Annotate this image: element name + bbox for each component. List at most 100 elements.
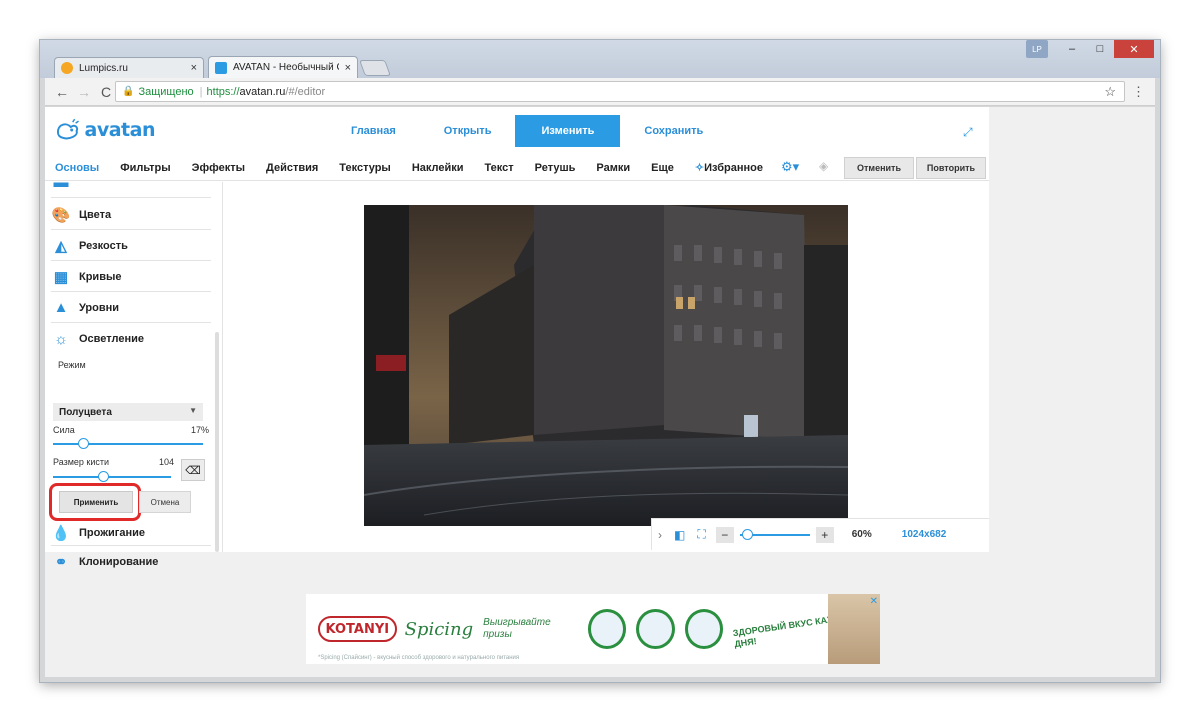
tab-textures[interactable]: Текстуры bbox=[339, 162, 391, 174]
sidebar-item-levels[interactable]: ▲ Уровни bbox=[51, 293, 211, 323]
apply-button[interactable]: Применить bbox=[59, 491, 133, 513]
partial-tool-icon: ▬ bbox=[53, 182, 69, 191]
reload-button[interactable]: C bbox=[95, 84, 117, 100]
avatan-editor: avatan Главная Открыть Изменить Сохранит… bbox=[45, 107, 989, 571]
zoom-percent: 60% bbox=[851, 529, 872, 540]
chevron-down-icon: ▼ bbox=[189, 406, 197, 415]
tab-basics[interactable]: Основы bbox=[55, 162, 99, 174]
sidebar-item-curves[interactable]: ▦ Кривые bbox=[51, 262, 211, 292]
sidebar-item-label: Цвета bbox=[79, 208, 112, 221]
close-window-button[interactable]: ✕ bbox=[1114, 40, 1154, 58]
layers-icon[interactable]: ◈ bbox=[819, 159, 828, 173]
zoom-slider[interactable] bbox=[739, 528, 810, 540]
tab-effects[interactable]: Эффекты bbox=[192, 162, 245, 174]
sidebar-item-label: Прожигание bbox=[79, 526, 145, 539]
sidebar-item-dodge[interactable]: ☼ Осветление bbox=[51, 324, 211, 354]
strength-slider[interactable] bbox=[53, 443, 203, 445]
tab-close-icon[interactable]: × bbox=[191, 62, 197, 74]
brush-size-label: Размер кисти bbox=[53, 457, 110, 467]
curves-grid-icon: ▦ bbox=[53, 268, 69, 286]
settings-gear-icon[interactable]: ⚙▾ bbox=[781, 159, 799, 175]
sidebar-item-label: Уровни bbox=[79, 301, 120, 314]
levels-histogram-icon: ▲ bbox=[53, 299, 69, 316]
address-divider: | bbox=[199, 85, 203, 98]
url-host: avatan.ru bbox=[239, 85, 286, 98]
redo-button[interactable]: Повторить bbox=[916, 157, 986, 179]
back-button[interactable]: ← bbox=[51, 84, 73, 100]
ad-close-icon[interactable]: ✕ bbox=[870, 596, 878, 607]
brush-size-slider-handle[interactable] bbox=[97, 471, 109, 482]
nav-save[interactable]: Сохранить bbox=[620, 115, 727, 147]
sidebar-item-burn[interactable]: 💧 Прожигание bbox=[51, 520, 211, 546]
zoom-bar: › ◧ ⛶ − + 60% 1024x682 bbox=[651, 518, 989, 550]
nav-home[interactable]: Главная bbox=[327, 115, 420, 147]
eraser-button[interactable]: ⌫ bbox=[181, 459, 205, 481]
lumpics-favicon-icon bbox=[61, 62, 73, 74]
tab-retouch[interactable]: Ретушь bbox=[535, 162, 576, 174]
avatan-logo[interactable]: avatan bbox=[55, 115, 156, 145]
tab-title: Lumpics.ru bbox=[79, 62, 128, 74]
palette-icon: 🎨 bbox=[51, 206, 71, 224]
ad-product-image bbox=[684, 609, 724, 649]
tab-title: AVATAN - Необычный С bbox=[233, 62, 339, 73]
logo-text: avatan bbox=[84, 119, 156, 141]
tab-stickers[interactable]: Наклейки bbox=[412, 162, 464, 174]
page-content: avatan Главная Открыть Изменить Сохранит… bbox=[45, 107, 1155, 677]
advertisement-banner[interactable]: KOTANYI Spicing Выигрывайте призы ЗДОРОВ… bbox=[306, 594, 880, 664]
sun-icon: ☼ bbox=[54, 330, 68, 348]
title-bar: Lumpics.ru × AVATAN - Необычный С × LP –… bbox=[40, 40, 1160, 78]
compare-icon[interactable]: ◧ bbox=[674, 528, 685, 542]
strength-slider-handle[interactable] bbox=[78, 438, 89, 449]
image-canvas[interactable] bbox=[364, 205, 848, 526]
nav-open[interactable]: Открыть bbox=[420, 115, 516, 147]
undo-button[interactable]: Отменить bbox=[844, 157, 914, 179]
browser-toolbar: ← → C 🔒 Защищено | https:// avatan.ru /#… bbox=[45, 78, 1155, 106]
tab-text[interactable]: Текст bbox=[485, 162, 514, 174]
ad-spicing-text: Spicing bbox=[404, 618, 474, 640]
profile-button[interactable]: LP bbox=[1026, 40, 1048, 58]
sidebar-item-partial: ▬ bbox=[51, 182, 211, 198]
brush-size-slider[interactable] bbox=[53, 476, 171, 478]
bookmark-star-icon[interactable]: ☆ bbox=[1104, 84, 1116, 100]
zoom-in-button[interactable]: + bbox=[815, 526, 834, 543]
url-path: /#/editor bbox=[285, 85, 326, 98]
sidebar-item-label: Кривые bbox=[79, 270, 122, 283]
sidebar-scrollbar[interactable] bbox=[215, 332, 219, 552]
cancel-button[interactable]: Отмена bbox=[139, 491, 191, 513]
image-resolution: 1024x682 bbox=[901, 529, 947, 540]
fit-screen-icon[interactable]: ⛶ bbox=[697, 527, 705, 542]
nav-edit[interactable]: Изменить bbox=[515, 115, 621, 147]
tab-avatan[interactable]: AVATAN - Необычный С × bbox=[208, 56, 358, 78]
collapse-arrow-icon[interactable]: › bbox=[658, 528, 662, 542]
sidebar-item-label: Осветление bbox=[79, 333, 144, 345]
window-controls: LP – □ ✕ bbox=[1026, 40, 1154, 58]
tab-lumpics[interactable]: Lumpics.ru × bbox=[54, 57, 204, 78]
sidebar-item-clone[interactable]: ⚭ Клонирование bbox=[51, 549, 211, 575]
city-street-photo bbox=[364, 205, 848, 526]
fullscreen-expand-icon[interactable]: ⤢ bbox=[963, 125, 973, 140]
sidebar-item-label: Клонирование bbox=[79, 556, 159, 568]
minimize-button[interactable]: – bbox=[1058, 40, 1086, 58]
tab-favorites[interactable]: ✧Избранное bbox=[695, 161, 763, 174]
ad-product-image bbox=[587, 609, 627, 649]
new-tab-button[interactable] bbox=[359, 60, 391, 76]
mode-label: Режим bbox=[58, 360, 86, 370]
mode-select-value: Полуцвета bbox=[59, 406, 112, 418]
address-bar[interactable]: 🔒 Защищено | https:// avatan.ru /#/edito… bbox=[115, 81, 1125, 102]
url-scheme: https:// bbox=[206, 85, 240, 98]
browser-window: Lumpics.ru × AVATAN - Необычный С × LP –… bbox=[40, 40, 1160, 682]
tab-filters[interactable]: Фильтры bbox=[120, 162, 170, 174]
tab-close-icon[interactable]: × bbox=[345, 62, 351, 74]
zoom-out-button[interactable]: − bbox=[715, 526, 734, 543]
mode-select[interactable]: Полуцвета ▼ bbox=[53, 403, 203, 421]
ad-product-image bbox=[636, 609, 675, 649]
sidebar-item-sharpness[interactable]: ◭ Резкость bbox=[51, 231, 211, 261]
maximize-button[interactable]: □ bbox=[1086, 40, 1114, 58]
tab-actions[interactable]: Действия bbox=[266, 162, 318, 174]
browser-menu-icon[interactable]: ⋮ bbox=[1132, 84, 1145, 100]
forward-button[interactable]: → bbox=[73, 84, 95, 100]
sidebar-item-colors[interactable]: 🎨 Цвета bbox=[51, 200, 211, 230]
tab-more[interactable]: Еще bbox=[651, 162, 674, 174]
zoom-slider-handle[interactable] bbox=[741, 528, 753, 540]
tab-frames[interactable]: Рамки bbox=[596, 162, 630, 174]
